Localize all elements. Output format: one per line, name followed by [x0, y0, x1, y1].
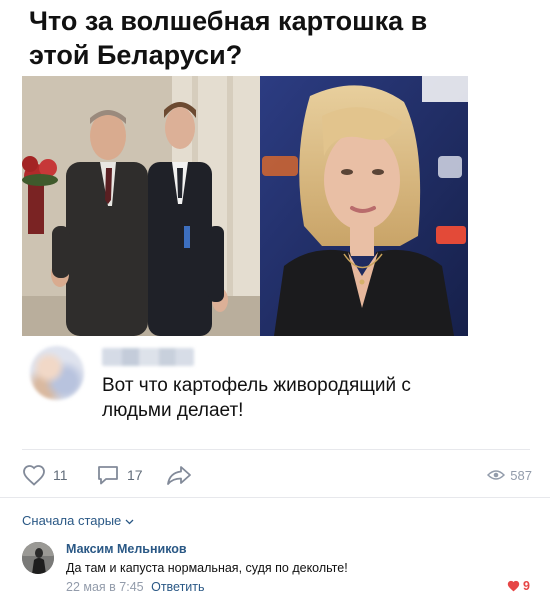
- comment-time[interactable]: 22 мая в 7:45: [66, 580, 144, 594]
- post-title: Что за волшебная картошка в этой Беларус…: [29, 6, 428, 70]
- comments-divider: [0, 497, 550, 498]
- like-count: 11: [53, 467, 68, 483]
- heart-filled-icon: [507, 580, 520, 592]
- comment-icon: [98, 466, 118, 485]
- heart-icon: [23, 465, 45, 486]
- comment-count: 17: [127, 467, 143, 483]
- meme-photo-illustration: [22, 76, 468, 336]
- meme-image[interactable]: [22, 76, 468, 336]
- comment-avatar[interactable]: [22, 542, 54, 574]
- post-actions-bar: 11 17 587: [22, 462, 532, 488]
- eye-icon: [487, 470, 506, 480]
- reply-button[interactable]: Ответить: [151, 580, 204, 594]
- comments-sort-toggle[interactable]: Сначала старые: [22, 513, 134, 528]
- meme-author-row: Вот что картофель живородящий с людьми д…: [22, 343, 468, 443]
- share-button[interactable]: [166, 462, 192, 488]
- post-card: Что за волшебная картошка в этой Беларус…: [0, 0, 550, 601]
- share-icon: [167, 466, 191, 485]
- meme-quote: Вот что картофель живородящий с людьми д…: [102, 375, 411, 421]
- comment-item: Максим Мельников Да там и капуста нормал…: [22, 540, 532, 600]
- blurred-author-name: [102, 348, 194, 366]
- views-count: 587: [510, 467, 532, 483]
- comment-text: Да там и капуста нормальная, судя по дек…: [66, 561, 348, 575]
- comment-button[interactable]: 17: [96, 462, 143, 488]
- sort-label: Сначала старые: [22, 513, 122, 528]
- divider: [22, 449, 530, 450]
- blurred-avatar: [30, 346, 84, 400]
- like-button[interactable]: 11: [22, 462, 68, 488]
- views-counter: 587: [487, 462, 532, 488]
- comment-like-count: 9: [523, 579, 530, 593]
- comment-author[interactable]: Максим Мельников: [66, 542, 187, 556]
- comment-meta: 22 мая в 7:45 Ответить: [66, 580, 205, 594]
- chevron-down-icon: [125, 513, 134, 528]
- comment-like-button[interactable]: 9: [507, 579, 530, 593]
